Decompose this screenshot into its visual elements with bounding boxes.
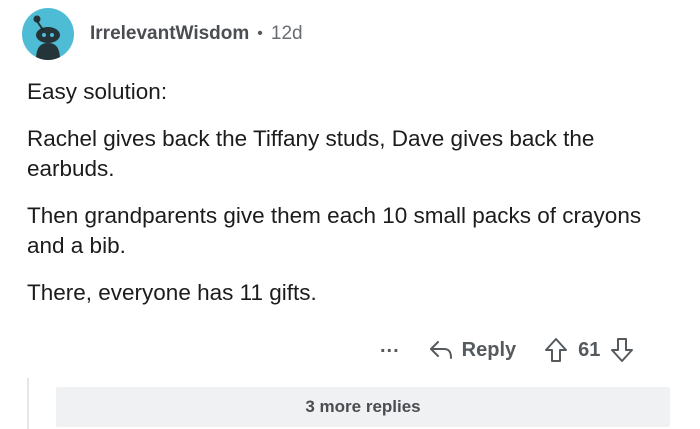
reply-label: Reply: [461, 338, 517, 361]
comment-paragraph: Easy solution:: [27, 79, 168, 104]
thread-line[interactable]: [27, 378, 29, 429]
comment-header: IrrelevantWisdom • 12d: [22, 8, 303, 60]
arrow-down-icon[interactable]: [610, 337, 634, 363]
reply-arrow-icon: [429, 341, 452, 359]
comment-paragraph: Rachel gives back the Tiffany studs, Dav…: [27, 126, 595, 181]
arrow-up-icon[interactable]: [544, 337, 568, 363]
reply-button[interactable]: Reply: [428, 339, 516, 362]
meta-separator: •: [257, 25, 263, 42]
comment-paragraph: Then grandparents give them each 10 smal…: [27, 203, 642, 258]
snoo-icon: [33, 15, 60, 60]
comment-meta: IrrelevantWisdom • 12d: [90, 23, 303, 45]
comment-actions: ... Reply 61: [380, 335, 634, 365]
more-replies-button[interactable]: 3 more replies: [56, 387, 670, 427]
comment-body: Easy solution: Rachel gives back the Tif…: [27, 77, 667, 325]
comment-age[interactable]: 12d: [271, 23, 303, 45]
author-username[interactable]: IrrelevantWisdom: [90, 23, 249, 45]
vote-controls: 61: [544, 337, 634, 363]
vote-score: 61: [578, 338, 601, 361]
comment-paragraph: There, everyone has 11 gifts.: [27, 280, 317, 305]
more-options-button[interactable]: ...: [380, 336, 400, 356]
more-replies-label: 3 more replies: [305, 397, 421, 416]
avatar[interactable]: [22, 8, 74, 60]
